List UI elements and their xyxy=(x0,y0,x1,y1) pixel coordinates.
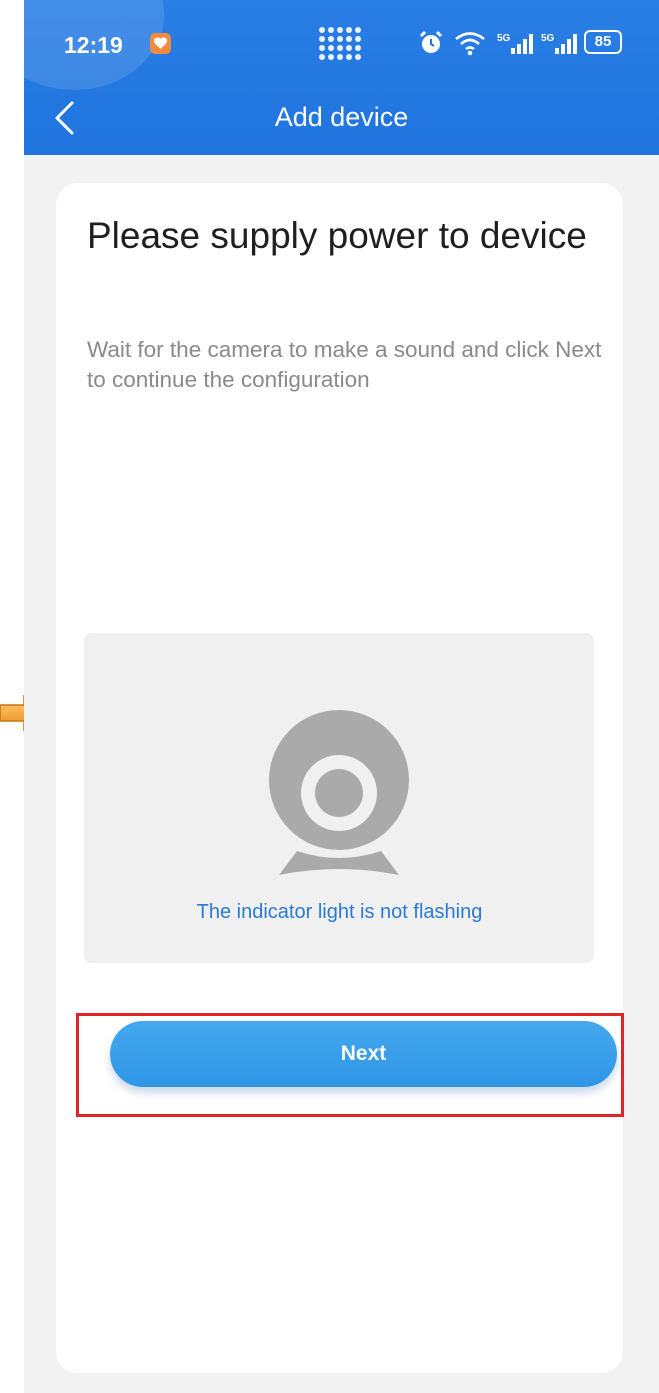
nav-bar: Add device xyxy=(24,90,659,155)
alarm-icon xyxy=(419,30,443,53)
battery-level: 85 xyxy=(594,33,612,50)
app-header: 12:19 5G 5G 85 Add device xyxy=(24,0,659,155)
webcam-icon xyxy=(269,710,409,875)
phone-screen: 12:19 5G 5G 85 Add device Please supply … xyxy=(24,0,659,1393)
instruction-heading: Please supply power to device xyxy=(87,215,587,256)
instruction-card: Please supply power to device Wait for t… xyxy=(56,183,623,1373)
instruction-subtext: Wait for the camera to make a sound and … xyxy=(87,337,602,392)
dots-icon xyxy=(319,27,361,60)
svg-text:5G: 5G xyxy=(497,33,511,44)
next-button[interactable]: Next xyxy=(110,1021,617,1087)
heart-app-icon xyxy=(150,33,171,54)
svg-text:5G: 5G xyxy=(541,33,555,44)
signal-5g-icon: 5G xyxy=(497,33,533,54)
status-bar: 12:19 5G 5G 85 xyxy=(24,0,659,90)
page-title: Add device xyxy=(274,102,409,132)
indicator-not-flashing-link[interactable]: The indicator light is not flashing xyxy=(56,901,623,924)
status-time: 12:19 xyxy=(64,32,123,58)
battery-icon: 85 xyxy=(584,30,622,54)
signal-5g-icon: 5G xyxy=(541,33,577,54)
wifi-icon xyxy=(455,32,485,56)
